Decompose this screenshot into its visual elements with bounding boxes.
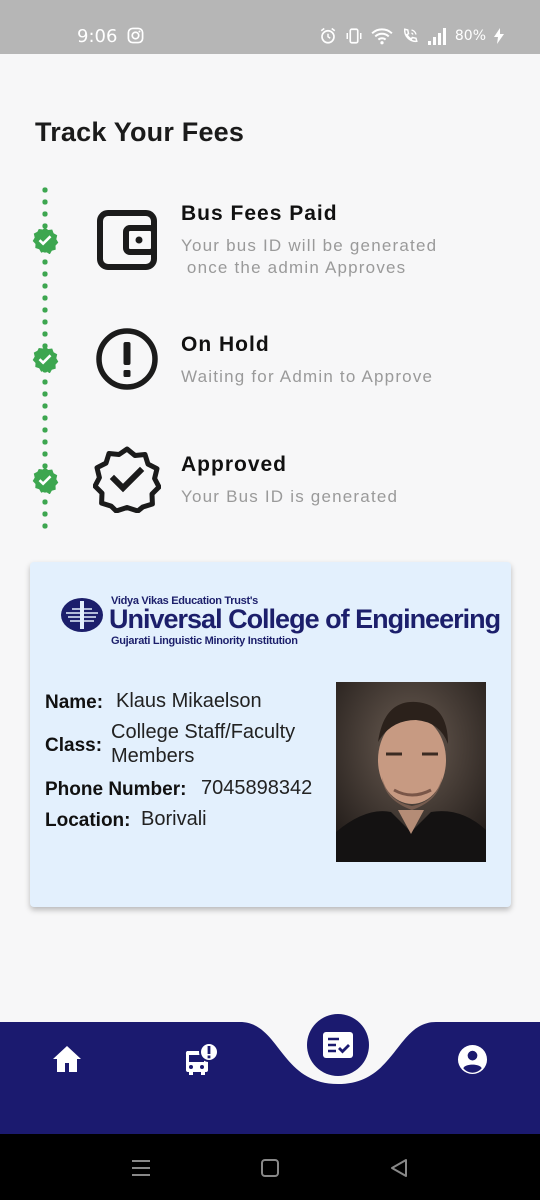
nav-bus-alert[interactable] [184, 1041, 220, 1082]
location-label: Location: [45, 810, 131, 831]
charging-icon [494, 28, 504, 44]
wifi-call-icon [403, 28, 418, 43]
account-icon [457, 1044, 488, 1075]
step-title: On Hold [181, 333, 270, 356]
class-label: Class: [45, 735, 103, 756]
fees-tracker-icon [323, 1032, 353, 1058]
back-icon[interactable] [388, 1157, 410, 1179]
location-value: Borivali [141, 808, 207, 830]
nav-home[interactable] [51, 1044, 83, 1079]
class-value: College Staff/Faculty Members [111, 721, 296, 767]
alarm-icon [320, 27, 336, 44]
recents-icon[interactable] [130, 1158, 152, 1178]
college-subtitle: Gujarati Linguistic Minority Institution [111, 635, 298, 647]
exclamation-circle-icon [96, 328, 158, 390]
status-icons: 80% [319, 26, 504, 46]
step-title: Bus Fees Paid [181, 202, 338, 225]
check-badge-icon [32, 467, 59, 494]
step-description: Your bus ID will be generated once the a… [181, 236, 438, 277]
status-time: 9:06 [77, 26, 118, 47]
bus-id-card: Vidya Vikas Education Trust's Universal … [30, 562, 511, 907]
verified-badge-icon [93, 446, 161, 513]
bus-alert-icon [185, 1042, 219, 1075]
phone-value: 7045898342 [201, 777, 313, 799]
battery-percent: 80% [454, 28, 486, 44]
nav-account[interactable] [457, 1044, 488, 1080]
home-system-icon[interactable] [260, 1158, 280, 1178]
instagram-icon [127, 27, 144, 44]
signal-icon [427, 28, 446, 45]
name-value: Klaus Mikaelson [116, 690, 262, 712]
step-description: Waiting for Admin to Approve [181, 367, 434, 386]
page-title: Track Your Fees [35, 117, 245, 147]
system-nav-bar [0, 1134, 540, 1200]
status-bar: 9:06 80% [0, 0, 540, 54]
wifi-icon [371, 28, 393, 45]
vibrate-icon [346, 28, 362, 44]
profile-photo [336, 682, 486, 862]
step-description: Your Bus ID is generated [181, 487, 399, 506]
college-logo [61, 598, 103, 632]
home-icon [53, 1046, 81, 1072]
phone-label: Phone Number: [45, 779, 187, 800]
check-badge-icon [32, 227, 59, 254]
name-label: Name: [45, 692, 104, 713]
step-title: Approved [181, 453, 288, 476]
college-name: Universal College of Engineering [109, 604, 501, 634]
nav-fees-tracker[interactable] [307, 1014, 369, 1076]
wallet-icon [97, 210, 157, 270]
check-badge-icon [32, 346, 59, 373]
